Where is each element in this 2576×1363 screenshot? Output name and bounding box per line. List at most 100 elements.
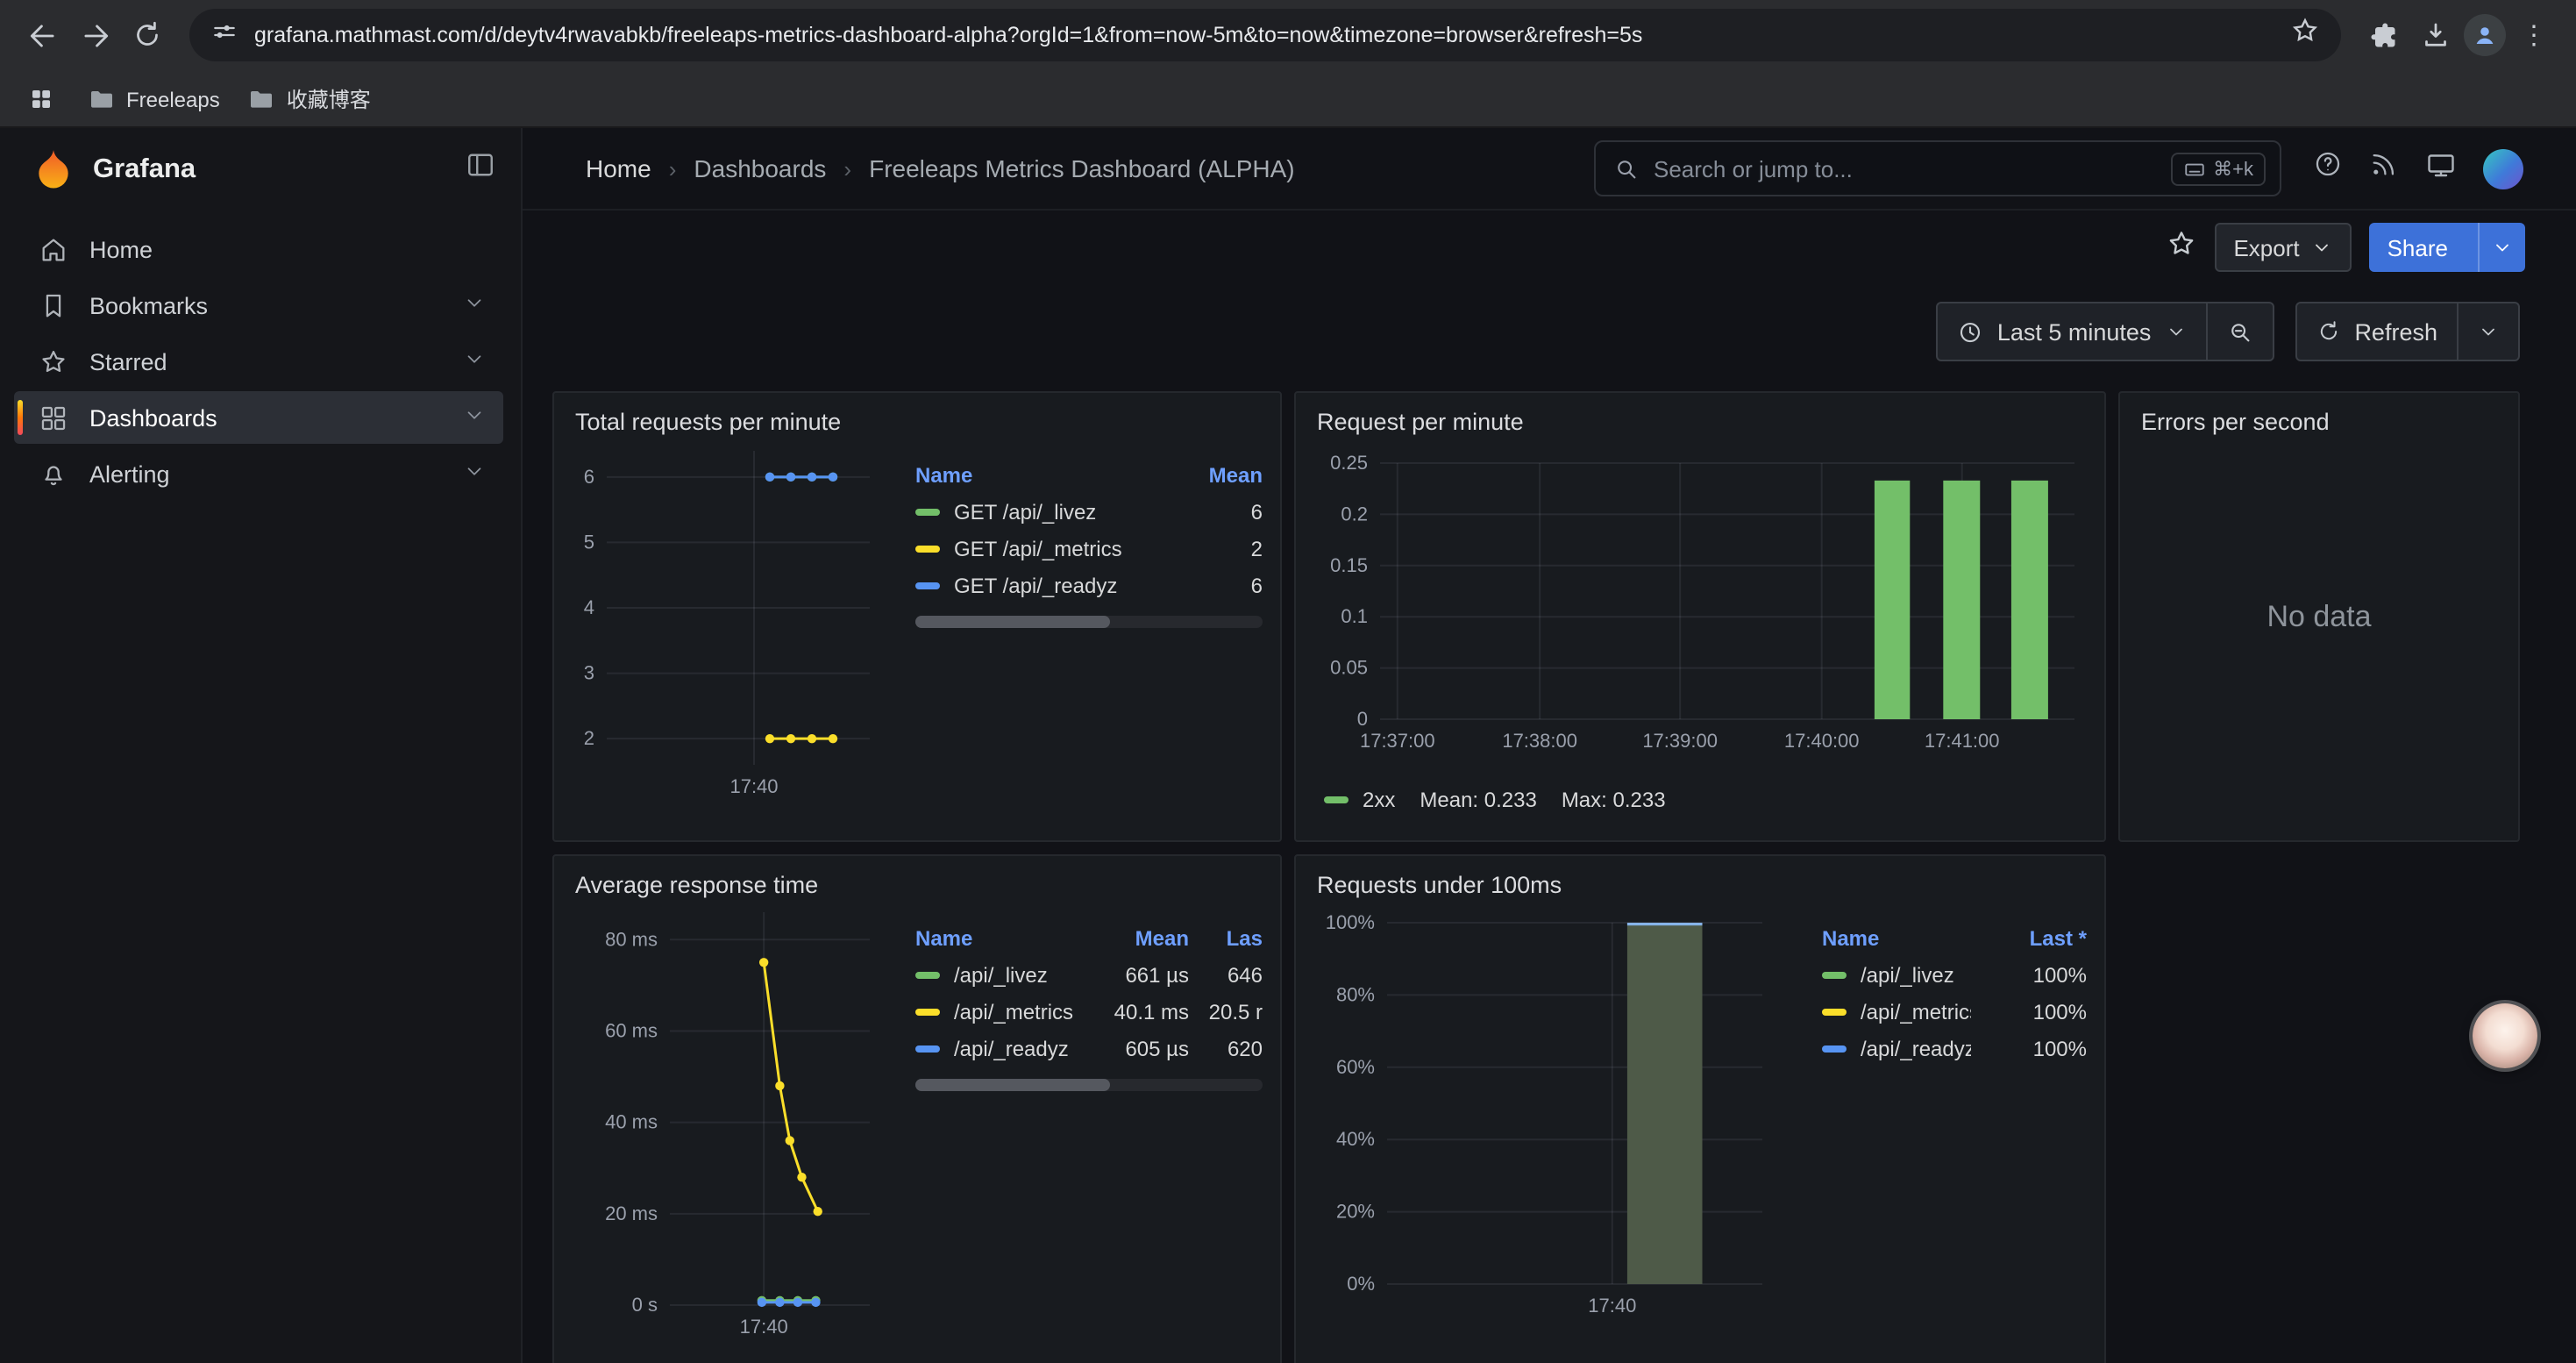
panel-title[interactable]: Request per minute xyxy=(1296,393,2104,439)
share-button[interactable]: Share xyxy=(2370,223,2525,272)
chevron-down-icon[interactable] xyxy=(463,460,486,488)
total-requests-chart[interactable]: 6543217:40 xyxy=(561,439,887,810)
panel-requests-under-100ms: Requests under 100ms 100%80%60%40%20%0%1… xyxy=(1294,854,2106,1363)
series-value: 2 xyxy=(1161,536,1263,560)
series-name[interactable]: /api/_readyz xyxy=(954,1036,1069,1060)
svg-text:40 ms: 40 ms xyxy=(605,1111,658,1133)
legend-column-header[interactable]: Mean xyxy=(1161,462,1263,487)
bookmark-label: Freeleaps xyxy=(126,87,220,111)
monitor-icon xyxy=(2425,148,2457,180)
forward-button[interactable] xyxy=(70,11,119,60)
requests-under-100ms-chart[interactable]: 100%80%60%40%20%0%17:40 xyxy=(1303,902,1780,1344)
legend-item[interactable]: 2xx xyxy=(1324,788,1395,812)
legend-table: NameMeanGET /api/_livez6GET /api/_metric… xyxy=(887,439,1280,810)
series-color-marker xyxy=(915,545,940,552)
svg-text:80%: 80% xyxy=(1336,983,1375,1005)
panel-title[interactable]: Average response time xyxy=(554,856,1280,902)
browser-profile-avatar[interactable] xyxy=(2464,14,2506,56)
zoom-out-button[interactable] xyxy=(2205,303,2272,360)
share-menu-button[interactable] xyxy=(2478,223,2525,272)
sidebar-nav: Home Bookmarks Starred Dashboards xyxy=(0,211,521,500)
series-name[interactable]: /api/_metrics xyxy=(1861,999,1971,1024)
panel-title[interactable]: Total requests per minute xyxy=(554,393,1280,439)
sidebar-item-home[interactable]: Home xyxy=(14,223,503,275)
average-response-time-chart[interactable]: 80 ms60 ms40 ms20 ms0 s17:40 xyxy=(561,902,887,1351)
bookmark-item[interactable]: Freeleaps xyxy=(88,85,220,113)
series-name[interactable]: GET /api/_readyz xyxy=(954,573,1117,597)
help-button[interactable] xyxy=(2313,149,2343,188)
time-range-picker[interactable]: Last 5 minutes xyxy=(1938,303,2206,360)
svg-text:60%: 60% xyxy=(1336,1056,1375,1078)
search-shortcut-badge: ⌘+k xyxy=(2171,152,2266,185)
back-button[interactable] xyxy=(18,11,67,60)
sidebar-item-dashboards[interactable]: Dashboards xyxy=(14,391,503,444)
bookmark-label: 收藏博客 xyxy=(287,84,371,114)
clock-icon xyxy=(1957,318,1983,345)
legend-scrollbar[interactable] xyxy=(915,1079,1263,1091)
legend-column-header[interactable]: Name xyxy=(915,925,1080,950)
series-name[interactable]: GET /api/_metrics xyxy=(954,536,1122,560)
user-avatar[interactable] xyxy=(2483,148,2523,189)
legend-column-header[interactable]: Last * xyxy=(1971,925,2087,950)
series-name[interactable]: /api/_readyz xyxy=(1861,1036,1971,1060)
refresh-button[interactable]: Refresh xyxy=(2296,303,2457,360)
panel-title[interactable]: Requests under 100ms xyxy=(1296,856,2104,902)
legend-column-header[interactable]: Las xyxy=(1189,925,1263,950)
site-info-icon[interactable] xyxy=(210,17,238,54)
collapse-menu-button[interactable] xyxy=(465,149,496,189)
breadcrumb-home[interactable]: Home xyxy=(586,154,651,182)
series-name[interactable]: /api/_livez xyxy=(1861,962,1954,987)
reload-button[interactable] xyxy=(123,11,172,60)
svg-text:17:41:00: 17:41:00 xyxy=(1925,730,2000,752)
svg-text:0.1: 0.1 xyxy=(1341,605,1368,627)
dashboard-actions: Export Share xyxy=(523,211,2576,284)
downloads-button[interactable] xyxy=(2411,11,2460,60)
browser-menu-button[interactable]: ⋮ xyxy=(2509,11,2558,60)
star-dashboard-button[interactable] xyxy=(2165,227,2196,268)
bookmark-star-icon[interactable] xyxy=(2290,16,2320,54)
assistant-floating-avatar[interactable] xyxy=(2473,1003,2537,1068)
bookmark-item[interactable]: 收藏博客 xyxy=(248,84,371,114)
legend-table: NameMeanLas/api/_livez661 µs646/api/_met… xyxy=(887,902,1280,1351)
panel-title[interactable]: Errors per second xyxy=(2120,393,2518,439)
refresh-interval-button[interactable] xyxy=(2457,303,2518,360)
legend-table: NameLast */api/_livez100%/api/_metrics10… xyxy=(1780,902,2104,1344)
puzzle-icon xyxy=(2367,19,2399,51)
svg-text:17:40: 17:40 xyxy=(1588,1295,1636,1317)
series-color-marker xyxy=(1822,1008,1847,1015)
kiosk-mode-button[interactable] xyxy=(2425,148,2457,189)
apps-grid-button[interactable] xyxy=(21,80,60,118)
extensions-button[interactable] xyxy=(2359,11,2408,60)
legend-column-header[interactable]: Mean xyxy=(1080,925,1189,950)
news-button[interactable] xyxy=(2369,149,2399,188)
sidebar-item-bookmarks[interactable]: Bookmarks xyxy=(14,279,503,332)
breadcrumb-dashboards[interactable]: Dashboards xyxy=(694,154,826,182)
keyboard-icon xyxy=(2183,157,2206,180)
chevron-down-icon[interactable] xyxy=(463,403,486,432)
series-name[interactable]: /api/_metrics xyxy=(954,999,1073,1024)
chevron-down-icon[interactable] xyxy=(463,347,486,375)
series-name[interactable]: /api/_livez xyxy=(954,962,1048,987)
sidebar-item-alerting[interactable]: Alerting xyxy=(14,447,503,500)
svg-text:0%: 0% xyxy=(1347,1273,1375,1295)
address-bar[interactable]: grafana.mathmast.com/d/deytv4rwavabkb/fr… xyxy=(189,9,2341,61)
svg-text:0: 0 xyxy=(1357,708,1368,730)
bookmarks-bar: Freeleaps 收藏博客 xyxy=(0,70,2576,128)
search-icon xyxy=(1613,155,1640,182)
svg-text:0.15: 0.15 xyxy=(1330,554,1368,576)
legend-column-header[interactable]: Name xyxy=(915,462,1161,487)
export-button[interactable]: Export xyxy=(2214,223,2352,272)
star-icon xyxy=(2165,227,2196,259)
search-input[interactable]: Search or jump to... ⌘+k xyxy=(1594,140,2281,196)
legend-column-header[interactable]: Name xyxy=(1822,925,1971,950)
chevron-down-icon[interactable] xyxy=(463,291,486,319)
panel-errors-per-second: Errors per second No data xyxy=(2118,391,2520,842)
screen: grafana.mathmast.com/d/deytv4rwavabkb/fr… xyxy=(0,0,2576,1363)
rss-icon xyxy=(2369,149,2399,179)
legend-scrollbar[interactable] xyxy=(915,616,1263,628)
url-text[interactable]: grafana.mathmast.com/d/deytv4rwavabkb/fr… xyxy=(254,23,2274,47)
request-per-minute-chart[interactable]: 0.250.20.150.10.05017:37:0017:38:0017:39… xyxy=(1303,439,2096,772)
grafana-logo[interactable] xyxy=(32,147,75,191)
sidebar-item-starred[interactable]: Starred xyxy=(14,335,503,388)
series-name[interactable]: GET /api/_livez xyxy=(954,499,1096,524)
